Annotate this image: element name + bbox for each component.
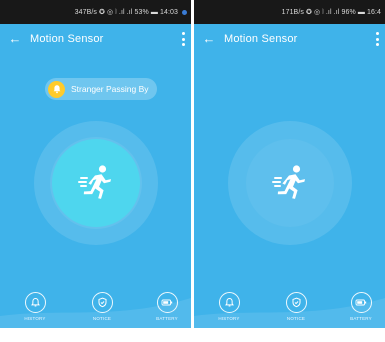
history-nav-button[interactable]: HISTORY xyxy=(212,292,246,321)
battery-nav-button[interactable]: BATTERY xyxy=(150,292,184,321)
running-person-icon xyxy=(78,165,111,199)
bell-outline-icon xyxy=(218,292,240,313)
bell-outline-icon xyxy=(24,292,46,313)
battery-label: BATTERY xyxy=(156,316,178,321)
battery-icon xyxy=(156,292,178,313)
notification-label: Stranger Passing By xyxy=(71,84,149,94)
app-bar: ← Motion Sensor xyxy=(194,24,385,54)
battery-nav-button[interactable]: BATTERY xyxy=(344,292,378,321)
status-bar-text: 171B/s ✪ ◎ ⦚ .ıl .ıl 96% ▬ 16:4 xyxy=(281,8,381,16)
shield-check-icon xyxy=(91,292,113,313)
bell-icon xyxy=(48,80,65,98)
page-title: Motion Sensor xyxy=(224,33,298,45)
battery-icon xyxy=(350,292,372,313)
notice-nav-button[interactable]: NOTICE xyxy=(85,292,119,321)
status-bar-text: 347B/s ✪ ◎ ⦚ .ıl .ıl 53% ▬ 14:03 xyxy=(74,8,178,16)
back-arrow-icon[interactable]: ← xyxy=(0,24,30,54)
bottom-nav: HISTORY NOTICE BATTERY xyxy=(0,292,191,328)
notice-label: NOTICE xyxy=(92,316,112,321)
bottom-nav: HISTORY NOTICE BATTERY xyxy=(194,292,385,328)
notification-dot-icon xyxy=(182,9,187,15)
shield-check-icon xyxy=(285,292,307,313)
back-arrow-icon[interactable]: ← xyxy=(194,24,224,54)
running-person-icon xyxy=(272,165,305,199)
history-label: HISTORY xyxy=(218,316,240,321)
more-options-icon[interactable] xyxy=(181,32,185,46)
notice-label: NOTICE xyxy=(286,316,306,321)
history-label: HISTORY xyxy=(24,316,46,321)
history-nav-button[interactable]: HISTORY xyxy=(18,292,52,321)
more-options-icon[interactable] xyxy=(375,32,379,46)
left-screen: 347B/s ✪ ◎ ⦚ .ıl .ıl 53% ▬ 14:03 ← Motio… xyxy=(0,0,191,328)
battery-label: BATTERY xyxy=(350,316,372,321)
page-title: Motion Sensor xyxy=(30,33,104,45)
notification-chip[interactable]: Stranger Passing By xyxy=(45,78,158,100)
notice-nav-button[interactable]: NOTICE xyxy=(279,292,313,321)
app-bar: ← Motion Sensor xyxy=(0,24,191,54)
right-screen: 171B/s ✪ ◎ ⦚ .ıl .ıl 96% ▬ 16:4 ← Motion… xyxy=(194,0,385,328)
status-bar: 347B/s ✪ ◎ ⦚ .ıl .ıl 53% ▬ 14:03 xyxy=(0,0,191,24)
status-bar: 171B/s ✪ ◎ ⦚ .ıl .ıl 96% ▬ 16:4 xyxy=(194,0,385,24)
screenshot-stage: 347B/s ✪ ◎ ⦚ .ıl .ıl 53% ▬ 14:03 ← Motio… xyxy=(0,0,385,342)
